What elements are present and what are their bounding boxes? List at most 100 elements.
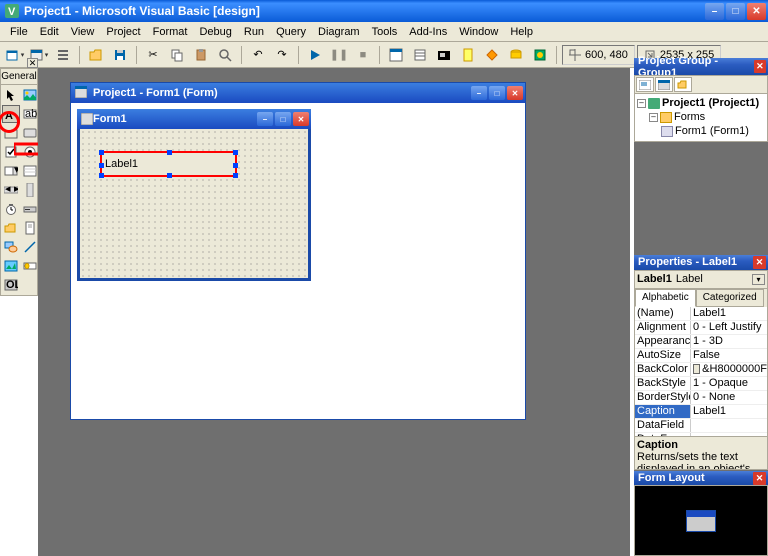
tree-project-node[interactable]: –Project1 (Project1) (637, 96, 765, 110)
find-button[interactable] (214, 44, 236, 66)
toolbox-button[interactable] (481, 44, 503, 66)
tree-forms-folder[interactable]: –Forms (637, 110, 765, 124)
resize-handle-w[interactable] (99, 163, 104, 168)
properties-titlebar[interactable]: Properties - Label1 ✕ (634, 255, 768, 270)
start-button[interactable] (304, 44, 326, 66)
form-layout-close-button[interactable]: ✕ (753, 472, 766, 485)
view-object-button[interactable] (655, 77, 673, 92)
undo-button[interactable]: ↶ (247, 44, 269, 66)
tool-drivelistbox[interactable] (21, 200, 39, 218)
tool-vscrollbar[interactable] (21, 181, 39, 199)
data-view-button[interactable] (505, 44, 527, 66)
properties-grid[interactable]: (Name)Label1 Alignment0 - Left Justify A… (635, 307, 767, 436)
cut-button[interactable]: ✂ (142, 44, 164, 66)
tool-image[interactable] (2, 257, 20, 275)
project-tree[interactable]: –Project1 (Project1) –Forms Form1 (Form1… (635, 94, 767, 141)
open-button[interactable] (85, 44, 107, 66)
tool-dirlistbox[interactable] (2, 219, 20, 237)
tool-picturebox[interactable] (21, 86, 39, 104)
redo-button[interactable]: ↷ (271, 44, 293, 66)
designer-titlebar[interactable]: Project1 - Form1 (Form) – □ ✕ (71, 83, 525, 103)
view-code-button[interactable] (636, 77, 654, 92)
resize-handle-e[interactable] (233, 163, 238, 168)
resize-handle-s[interactable] (167, 173, 172, 178)
form-layout-screen[interactable] (635, 486, 767, 555)
menu-view[interactable]: View (65, 24, 101, 40)
properties-object-dropdown[interactable]: ▾ (752, 274, 765, 285)
tool-ole[interactable]: OLE (2, 276, 20, 294)
form-minimize-button[interactable]: – (257, 112, 273, 126)
end-button[interactable]: ■ (352, 44, 374, 66)
designer-maximize-button[interactable]: □ (489, 86, 505, 100)
designer-minimize-button[interactable]: – (471, 86, 487, 100)
form-layout-button[interactable] (433, 44, 455, 66)
resize-handle-se[interactable] (233, 173, 238, 178)
app-maximize-button[interactable]: □ (726, 3, 745, 20)
menu-project[interactable]: Project (100, 24, 146, 40)
tool-combobox[interactable]: ▾ (2, 162, 20, 180)
tool-hscrollbar[interactable]: ◂▸ (2, 181, 20, 199)
properties-button[interactable] (409, 44, 431, 66)
menu-file[interactable]: File (4, 24, 34, 40)
label-control-selected[interactable]: Label1 (100, 151, 237, 177)
tool-timer[interactable] (2, 200, 20, 218)
project-explorer-titlebar[interactable]: Project Group - Group1 ✕ (634, 58, 768, 75)
form-window[interactable]: Form1 – □ ✕ Label1 (77, 109, 311, 281)
toolbox-tab-general[interactable]: General (0, 68, 38, 84)
prop-row-backcolor[interactable]: BackColor&H8000000F (635, 363, 767, 377)
properties-close-button[interactable]: ✕ (753, 256, 766, 269)
prop-row-autosize[interactable]: AutoSizeFalse (635, 349, 767, 363)
form-close-button[interactable]: ✕ (293, 112, 309, 126)
tool-textbox[interactable]: ab| (21, 105, 39, 123)
resize-handle-n[interactable] (167, 150, 172, 155)
paste-button[interactable] (190, 44, 212, 66)
break-button[interactable]: ❚❚ (328, 44, 350, 66)
copy-button[interactable] (166, 44, 188, 66)
prop-row-backstyle[interactable]: BackStyle1 - Opaque (635, 377, 767, 391)
prop-row-alignment[interactable]: Alignment0 - Left Justify (635, 321, 767, 335)
prop-row-name[interactable]: (Name)Label1 (635, 307, 767, 321)
tree-form1-node[interactable]: Form1 (Form1) (637, 124, 765, 138)
tab-alphabetic[interactable]: Alphabetic (635, 289, 696, 307)
project-explorer-close-button[interactable]: ✕ (754, 60, 766, 73)
menu-help[interactable]: Help (504, 24, 539, 40)
form-layout-miniature[interactable] (686, 510, 716, 532)
menu-diagram[interactable]: Diagram (312, 24, 366, 40)
save-button[interactable] (109, 44, 131, 66)
project-explorer-button[interactable] (385, 44, 407, 66)
component-manager-button[interactable] (529, 44, 551, 66)
tool-pointer[interactable] (2, 86, 20, 104)
tool-filelistbox[interactable] (21, 219, 39, 237)
form-titlebar[interactable]: Form1 – □ ✕ (77, 109, 311, 129)
prop-row-appearance[interactable]: Appearance1 - 3D (635, 335, 767, 349)
menu-run[interactable]: Run (238, 24, 270, 40)
form-maximize-button[interactable]: □ (275, 112, 291, 126)
tool-data[interactable] (21, 257, 39, 275)
prop-row-caption[interactable]: CaptionLabel1 (635, 405, 767, 419)
menu-addins[interactable]: Add-Ins (403, 24, 453, 40)
resize-handle-sw[interactable] (99, 173, 104, 178)
designer-close-button[interactable]: ✕ (507, 86, 523, 100)
prop-row-datafield[interactable]: DataField (635, 419, 767, 433)
menu-editor-button[interactable] (52, 44, 74, 66)
app-minimize-button[interactable]: – (705, 3, 724, 20)
menu-debug[interactable]: Debug (193, 24, 237, 40)
object-browser-button[interactable] (457, 44, 479, 66)
app-close-button[interactable]: ✕ (747, 3, 766, 20)
tab-categorized[interactable]: Categorized (696, 289, 764, 307)
menu-tools[interactable]: Tools (366, 24, 404, 40)
tool-shape[interactable] (2, 238, 20, 256)
prop-row-borderstyle[interactable]: BorderStyle0 - None (635, 391, 767, 405)
tool-line[interactable] (21, 238, 39, 256)
resize-handle-ne[interactable] (233, 150, 238, 155)
form-designer-window[interactable]: Project1 - Form1 (Form) – □ ✕ Form1 – □ … (70, 82, 526, 420)
tool-listbox[interactable] (21, 162, 39, 180)
resize-handle-nw[interactable] (99, 150, 104, 155)
menu-format[interactable]: Format (147, 24, 194, 40)
toolbox-close-button[interactable]: ✕ (27, 58, 38, 68)
menu-query[interactable]: Query (270, 24, 312, 40)
form-design-surface[interactable]: Label1 (77, 129, 311, 281)
form-layout-titlebar[interactable]: Form Layout ✕ (634, 471, 768, 486)
toggle-folders-button[interactable] (674, 77, 692, 92)
menu-window[interactable]: Window (453, 24, 504, 40)
